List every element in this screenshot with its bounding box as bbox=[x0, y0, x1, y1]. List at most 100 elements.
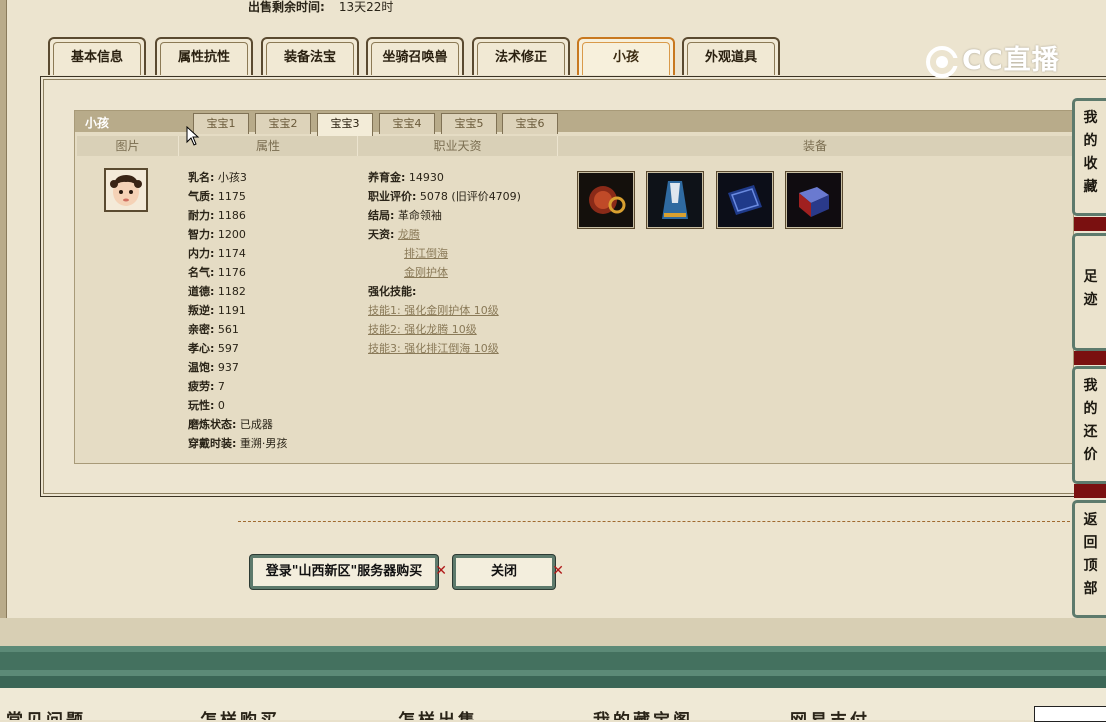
tab-baby-1[interactable]: 宝宝1 bbox=[193, 113, 249, 134]
ending-value: 革命领袖 bbox=[397, 209, 442, 222]
talent-link[interactable]: 龙腾 bbox=[398, 228, 420, 241]
attr-value: 1191 bbox=[217, 304, 246, 317]
footer-link-netease-pay[interactable]: 网易支付 bbox=[790, 706, 870, 720]
attr-value: 1182 bbox=[217, 285, 246, 298]
close-button[interactable]: 关闭 ✕ bbox=[453, 555, 564, 589]
talent-link[interactable]: 排江倒海 bbox=[404, 247, 448, 260]
footer-link-my-collection[interactable]: 我的藏宝阁 bbox=[593, 706, 693, 720]
column-equipment: 装备 bbox=[558, 136, 1072, 156]
attr-value: 1175 bbox=[217, 190, 246, 203]
attr-row: 名气: 1176 bbox=[188, 263, 287, 282]
skill-label: 强化技能: bbox=[368, 285, 417, 298]
attr-label: 穿戴时装: bbox=[188, 437, 237, 450]
tab-attributes[interactable]: 属性抗性 bbox=[155, 37, 253, 75]
nav-char: 还 bbox=[1083, 424, 1098, 440]
skill-link[interactable]: 技能1: 强化金刚护体 10级 bbox=[368, 304, 499, 317]
skill-link[interactable]: 技能2: 强化龙腾 10级 bbox=[368, 323, 477, 336]
divider bbox=[238, 521, 1070, 522]
panel-title: 小孩 bbox=[85, 116, 110, 130]
attr-label: 道德: bbox=[188, 285, 215, 298]
nav-char: 的 bbox=[1083, 401, 1098, 417]
attr-row: 内力: 1174 bbox=[188, 244, 287, 263]
tab-equipment[interactable]: 装备法宝 bbox=[261, 37, 359, 75]
footer-band bbox=[0, 652, 1106, 670]
tab-children[interactable]: 小孩 bbox=[577, 37, 675, 75]
tab-mounts-summons[interactable]: 坐骑召唤兽 bbox=[366, 37, 464, 75]
skill-row: 技能2: 强化龙腾 10级 bbox=[368, 320, 521, 339]
cc-live-logo: CC直播 bbox=[924, 38, 1060, 79]
attr-value: 597 bbox=[217, 342, 239, 355]
my-offers-nav[interactable]: 我 的 还 价 bbox=[1072, 366, 1106, 484]
sale-time-value: 13天22时 bbox=[338, 0, 394, 14]
tab-basic-info[interactable]: 基本信息 bbox=[48, 37, 146, 75]
equipment-slot[interactable] bbox=[717, 172, 773, 228]
left-border bbox=[0, 0, 7, 640]
attr-row: 磨炼状态: 已成器 bbox=[188, 415, 287, 434]
talent-link[interactable]: 金刚护体 bbox=[404, 266, 448, 279]
footer-links: 常见问题 怎样购买 怎样出售 我的藏宝阁 网易支付 bbox=[0, 688, 1106, 720]
robe-icon bbox=[648, 173, 702, 227]
attr-label: 内力: bbox=[188, 247, 215, 260]
login-buy-button[interactable]: 登录"山西新区"服务器购买 ✕ bbox=[250, 555, 447, 589]
tab-baby-2[interactable]: 宝宝2 bbox=[255, 113, 311, 134]
attr-value: 0 bbox=[217, 399, 225, 412]
column-image: 图片 bbox=[77, 136, 179, 156]
nav-char: 我 bbox=[1083, 378, 1098, 394]
tab-spell-mods[interactable]: 法术修正 bbox=[472, 37, 570, 75]
talent-row: 天资: 龙腾 bbox=[368, 225, 521, 244]
fund-row: 养育金: 14930 bbox=[368, 168, 521, 187]
bracelet-icon bbox=[579, 173, 633, 227]
footer-link-how-to-sell[interactable]: 怎样出售 bbox=[398, 706, 478, 720]
attr-value: 小孩3 bbox=[217, 171, 247, 184]
attr-label: 温饱: bbox=[188, 361, 215, 374]
footer-link-faq[interactable]: 常见问题 bbox=[6, 706, 86, 720]
my-favorites-nav[interactable]: 我 的 收 藏 bbox=[1072, 98, 1106, 216]
skill-row: 技能3: 强化排江倒海 10级 bbox=[368, 339, 521, 358]
side-nav-divider bbox=[1074, 484, 1106, 498]
footer-band bbox=[0, 676, 1106, 688]
attr-row: 乳名: 小孩3 bbox=[188, 168, 287, 187]
eval-row: 职业评价: 5078 (旧评价4709) bbox=[368, 187, 521, 206]
logo-text: CC直播 bbox=[962, 45, 1060, 76]
tab-appearance-items[interactable]: 外观道具 bbox=[682, 37, 780, 75]
tab-baby-4[interactable]: 宝宝4 bbox=[379, 113, 435, 134]
skill-link[interactable]: 技能3: 强化排江倒海 10级 bbox=[368, 342, 499, 355]
column-attributes: 属性 bbox=[179, 136, 358, 156]
skill-row: 技能1: 强化金刚护体 10级 bbox=[368, 301, 521, 320]
attr-value: 1174 bbox=[217, 247, 246, 260]
attr-value: 重溯·男孩 bbox=[239, 437, 288, 450]
attr-row: 孝心: 597 bbox=[188, 339, 287, 358]
equipment-slot[interactable] bbox=[578, 172, 634, 228]
tab-baby-5[interactable]: 宝宝5 bbox=[441, 113, 497, 134]
talent-row: 排江倒海 bbox=[368, 244, 521, 263]
nav-char: 部 bbox=[1083, 581, 1098, 597]
nav-char: 足 bbox=[1083, 269, 1098, 285]
equipment-slot[interactable] bbox=[647, 172, 703, 228]
nav-char: 顶 bbox=[1083, 558, 1098, 574]
profession-info: 养育金: 14930 职业评价: 5078 (旧评价4709) 结局: 革命领袖… bbox=[368, 168, 521, 358]
attr-value: 1176 bbox=[217, 266, 246, 279]
attribute-list: 乳名: 小孩3 气质: 1175 耐力: 1186 智力: 1200 内力: 1… bbox=[188, 168, 287, 453]
login-buy-label: 登录"山西新区"服务器购买 bbox=[265, 564, 423, 579]
attr-label: 孝心: bbox=[188, 342, 215, 355]
nav-char: 藏 bbox=[1083, 179, 1098, 195]
back-to-top-nav[interactable]: 返 回 顶 部 bbox=[1072, 500, 1106, 618]
nav-char: 价 bbox=[1083, 447, 1098, 463]
attr-row: 智力: 1200 bbox=[188, 225, 287, 244]
attr-row: 疲劳: 7 bbox=[188, 377, 287, 396]
talent-row: 金刚护体 bbox=[368, 263, 521, 282]
equipment-slot[interactable] bbox=[786, 172, 842, 228]
attr-value: 已成器 bbox=[239, 418, 273, 431]
talent-label: 天资: bbox=[368, 228, 395, 241]
ribbon-icon: ✕ bbox=[552, 563, 564, 579]
footer-link-how-to-buy[interactable]: 怎样购买 bbox=[200, 706, 280, 720]
fund-value: 14930 bbox=[408, 171, 444, 184]
footprints-nav[interactable]: 足 迹 bbox=[1072, 233, 1106, 351]
tab-baby-3[interactable]: 宝宝3 bbox=[317, 113, 373, 136]
tab-baby-6[interactable]: 宝宝6 bbox=[502, 113, 558, 134]
nav-char: 收 bbox=[1083, 156, 1098, 172]
cc-logo-icon bbox=[926, 45, 962, 78]
attr-value: 1186 bbox=[217, 209, 246, 222]
nav-char: 迹 bbox=[1083, 292, 1098, 308]
scroll-icon bbox=[718, 173, 772, 227]
